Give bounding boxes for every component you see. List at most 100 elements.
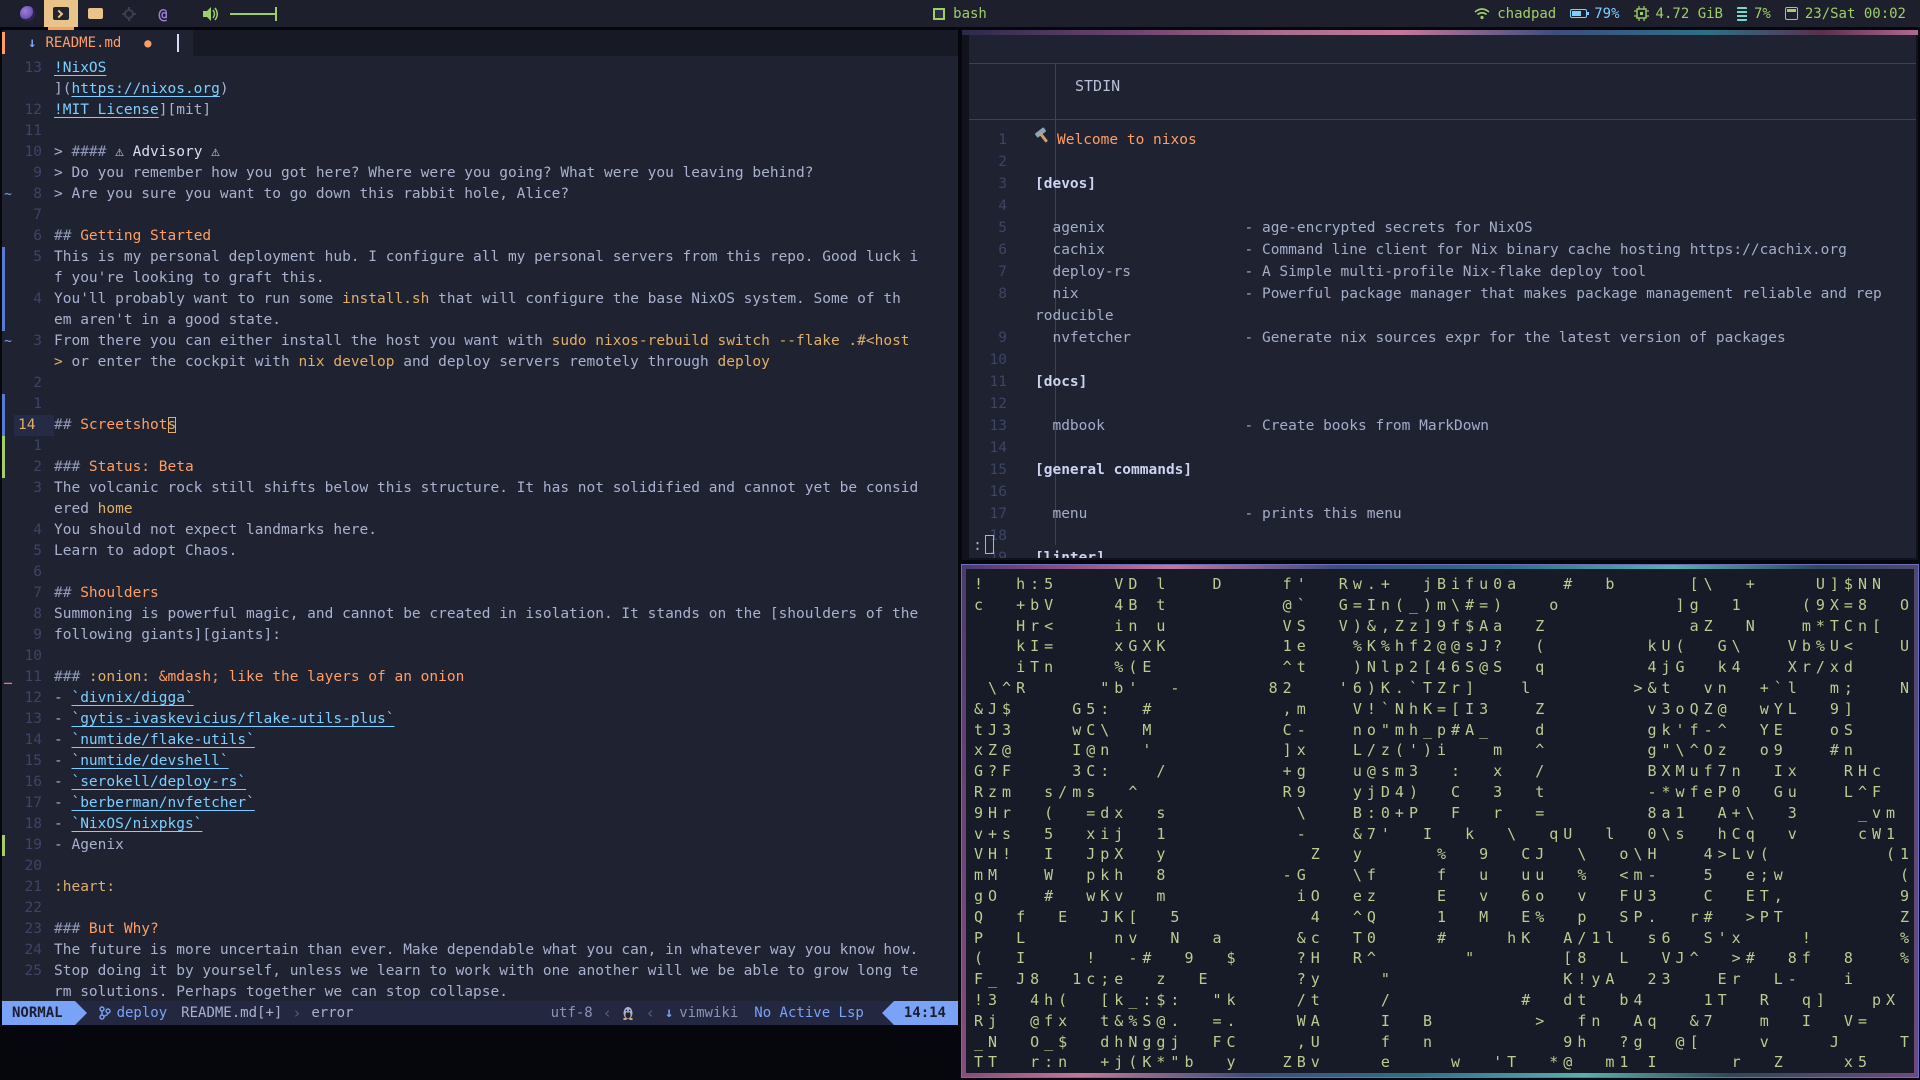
filename: README.md[+] [181,1005,283,1021]
clock-status[interactable]: 23/Sat 00:02 [1784,5,1906,22]
link[interactable]: `divnix/digga` [71,690,193,706]
link[interactable]: `gytis-ivaskevicius/flake-utils-plus` [71,711,394,727]
lsp-status: No Active Lsp [754,1005,864,1021]
editor-line: 14- `numtide/flake-utils` [24,732,255,748]
editor-line: 4 You'll probably want to run some instal… [2,289,958,310]
filetype-icon: ↓ [664,1005,674,1021]
link[interactable]: !NixOS [54,60,106,76]
editor-line: 17- `berberman/nvfetcher` [24,795,255,811]
matrix-row: \^R "b' - 82 '6)K.`TZr] l >&t vn +`l m; … [974,678,1914,697]
link[interactable]: https://nixos.org [71,81,219,97]
network-status[interactable]: chadpad [1474,6,1556,22]
pager-line: 12 [989,396,1007,412]
separator-left-1: ‹ [602,1004,612,1022]
workspace-settings[interactable] [112,0,146,27]
matrix-row: Q f E JK[ 5 4 ^Q 1 M E% p SP. r# >PT Z^ [974,907,1914,926]
chat-icon [87,8,103,19]
editor-line: 21:heart: [24,879,116,895]
editor-line: 22 [24,900,42,916]
statusline: NORMAL deploy README.md[+] › error utf-8… [2,1001,958,1025]
volume-control[interactable] [202,6,277,22]
workspace-mail[interactable]: @ [146,0,180,27]
pager-line: 1 Welcome to nixos [969,129,1916,151]
pager-line: 11 [docs] [989,374,1088,390]
matrix-row: G?F 3C: / +g u@sm3 : x / BXMuf7n Ix RHc [974,762,1886,781]
matrix-row: P L nv N a &c T0 # hK A/1l s6 S'x ! %( [974,928,1914,947]
editor-line: 23 ### But Why? [24,921,159,937]
pager-line: 15 [general commands] [989,462,1193,478]
window-icon [933,7,946,20]
tab-title: README.md [45,35,122,51]
editor-lines[interactable]: 13 !NixOS](https://nixos.org) 12 !MIT Licen… [2,56,958,1001]
speaker-icon [203,6,218,21]
mode-indicator: NORMAL [2,1001,75,1025]
matrix-row: TT r:n +j(K*"b y ZBv e w 'T *@ m1 I r Z … [974,1053,1914,1072]
editor-line: _ 11 ### :onion: &mdash; like the layers o… [4,669,465,685]
matrix-row: !3 4h( [k_:$: "k /t / # dt b4 1T R q] pX… [974,990,1914,1009]
matrix-row: VH! I JpX y Z y % 9 CJ \ o\H 4>Lv( (1 [974,845,1914,864]
editor-line: 9 > Do you remember how you got here? Whe… [33,165,814,181]
hammer-icon [1035,129,1051,143]
workspace-terminal-active[interactable] [44,0,78,30]
topbar-status: chadpad 79% 4.72 GiB 7% 23/Sat 00:02 [1474,0,1920,27]
tab-readme[interactable]: ↓ README.md ● [2,30,193,56]
editor-line: 12- `divnix/digga` [24,690,194,706]
matrix-row: Rzm s/ms ^ R9 yjD4) C 3 t -*wfeP0 Gu L^F [974,782,1886,801]
editor-line: f you're looking to graft this. [2,268,958,289]
separator-right: › [292,1004,302,1022]
matrix-row: kI= xGXK 1e %K%hf2@@sJ? ( kU( G\ Vb%U< U [974,637,1914,656]
memory-status[interactable]: 4.72 GiB [1633,6,1723,22]
matrix-row: ! h:5 VD l D f' Rw.+ jBifu0a # b [\ + U]… [974,575,1886,593]
battery-status[interactable]: 79% [1570,5,1620,22]
wifi-icon [1474,7,1490,19]
matrix-row: v+s 5 xij 1 - &7' I k \ qU l 0\s hCq v c… [974,824,1901,843]
battery-label: 79% [1594,5,1620,22]
matrix-row: Hr< in u VS V)&,Zz]9f$Aa Z aZ N m*TCn[ C [974,616,1914,635]
link[interactable]: !MIT License [54,102,159,118]
workspace-chat[interactable] [78,0,112,27]
pager-line: 7 deploy-rs - A Simple multi-profile Nix… [998,264,1647,280]
filetype-block: ↓ vimwiki [665,1005,738,1021]
volume-slider[interactable] [230,6,277,21]
matrix-row: F_ J8 1c;e z E ?y " K!yA 23 Er L- i OH [974,970,1914,989]
editor-line: 24 The future is more uncertain than ever… [24,942,919,958]
separator-left-2: ‹ [645,1004,655,1022]
link[interactable]: `NixOS/nixpkgs` [71,816,202,832]
date-label: 23/Sat 00:02 [1804,5,1906,22]
header-rule-top [969,63,1916,64]
git-branch: deploy [98,1005,168,1021]
memory-icon [1736,6,1747,21]
pager-line: 2 [998,154,1007,170]
matrix-row: gO # wKv m iO ez E v 6o v FU3 C ET, 91 [974,886,1914,905]
editor-line: 7 [33,207,42,223]
link[interactable]: `berberman/nvfetcher` [71,795,254,811]
modified-dot: ● [144,36,152,50]
tab-caret [176,34,179,52]
matrix-row: 9Hr ( =dx s \ B:0+P F r = 8a1 A+\ 3 _vm [974,803,1901,822]
pager-window: STDIN 1 Welcome to nixos 2 3 [devos] 4 5 ageni… [962,30,1918,560]
editor-line: > or enter the cockpit with nix develop … [54,354,770,370]
editor-window: ↓ README.md ● 13 !NixOS](https://nixos.or… [2,30,958,1025]
statusline-clock: 14:14 [893,1001,958,1025]
link[interactable]: `numtide/devshell` [71,753,228,769]
editor-line: ](https://nixos.org) [54,81,229,97]
editor-line: 7 ## Shoulders [33,585,159,601]
matrix-content[interactable]: ! h:5 VD l D f' Rw.+ jBifu0a # b [\ + U]… [966,569,1914,1073]
editor-line: ~8 > Are you sure you want to go down thi… [4,186,570,202]
editor-line: 11 [24,123,42,139]
terminal-cursor [985,535,995,554]
pager-line: 8 nix - Powerful package manager that ma… [998,286,1882,302]
link[interactable]: `serokell/deploy-rs` [71,774,246,790]
topbar: @ bash chadpad 79% 4.72 GiB 7% 23/Sat 00… [0,0,1920,30]
workspace-firefox[interactable] [10,0,44,27]
editor-line: 10 [24,648,42,664]
link[interactable]: `numtide/flake-utils` [71,732,254,748]
editor-line: 6 [33,564,42,580]
cpu-status[interactable]: 7% [1736,6,1771,22]
editor-line: 6 ## Getting Started [33,228,212,244]
prompt-colon: : [973,535,983,554]
matrix-terminal-window: ! h:5 VD l D f' Rw.+ jBifu0a # b [\ + U]… [961,564,1919,1078]
branch-name: deploy [116,1005,168,1021]
pager-line: 6 cachix - Command line client for Nix b… [998,242,1847,258]
pager-prompt[interactable]: : [973,535,995,554]
